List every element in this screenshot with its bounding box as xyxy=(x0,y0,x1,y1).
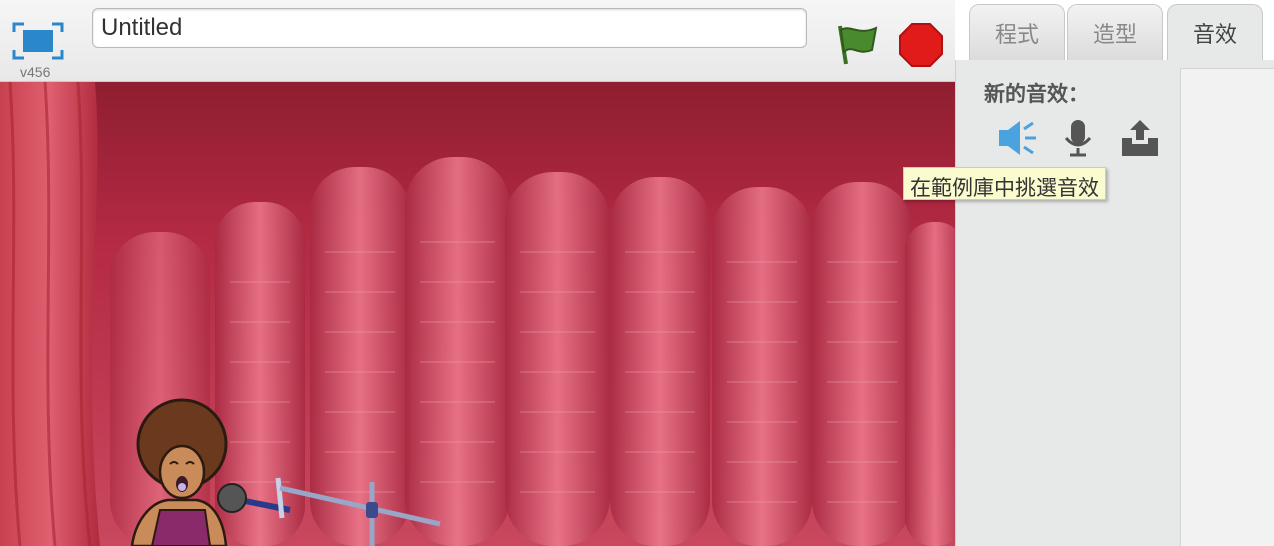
sounds-panel: 新的音效： xyxy=(955,60,1274,546)
version-label: v456 xyxy=(20,64,51,80)
stop-icon[interactable] xyxy=(898,22,944,68)
fullscreen-icon[interactable] xyxy=(12,20,64,62)
speaker-icon[interactable] xyxy=(996,118,1040,158)
new-sound-label: 新的音效： xyxy=(984,82,1089,106)
stage-header: v456 xyxy=(0,0,955,82)
green-flag-icon[interactable] xyxy=(832,22,880,66)
stage-backdrop-curtains xyxy=(0,82,955,546)
tooltip: 在範例庫中挑選音效 xyxy=(903,167,1106,200)
tab-sounds[interactable]: 音效 xyxy=(1167,4,1263,61)
stage[interactable] xyxy=(0,82,955,546)
editor-pane: 程式 造型 音效 新的音效： xyxy=(955,0,1274,546)
curtain-fold xyxy=(812,182,912,546)
curtain-fold xyxy=(505,172,610,546)
tab-costumes[interactable]: 造型 xyxy=(1067,4,1163,60)
curtain-fold xyxy=(310,167,410,546)
microphone-icon[interactable] xyxy=(1056,118,1100,158)
sound-list[interactable] xyxy=(1180,68,1274,546)
curtain-fold xyxy=(905,222,955,546)
upload-icon[interactable] xyxy=(1118,118,1162,158)
tab-scripts[interactable]: 程式 xyxy=(969,4,1065,60)
curtain-fold xyxy=(712,187,812,546)
curtain-fold xyxy=(405,157,510,546)
curtain-fold xyxy=(610,177,710,546)
project-title-input[interactable] xyxy=(92,8,807,48)
tab-bar: 程式 造型 音效 xyxy=(955,0,1274,61)
